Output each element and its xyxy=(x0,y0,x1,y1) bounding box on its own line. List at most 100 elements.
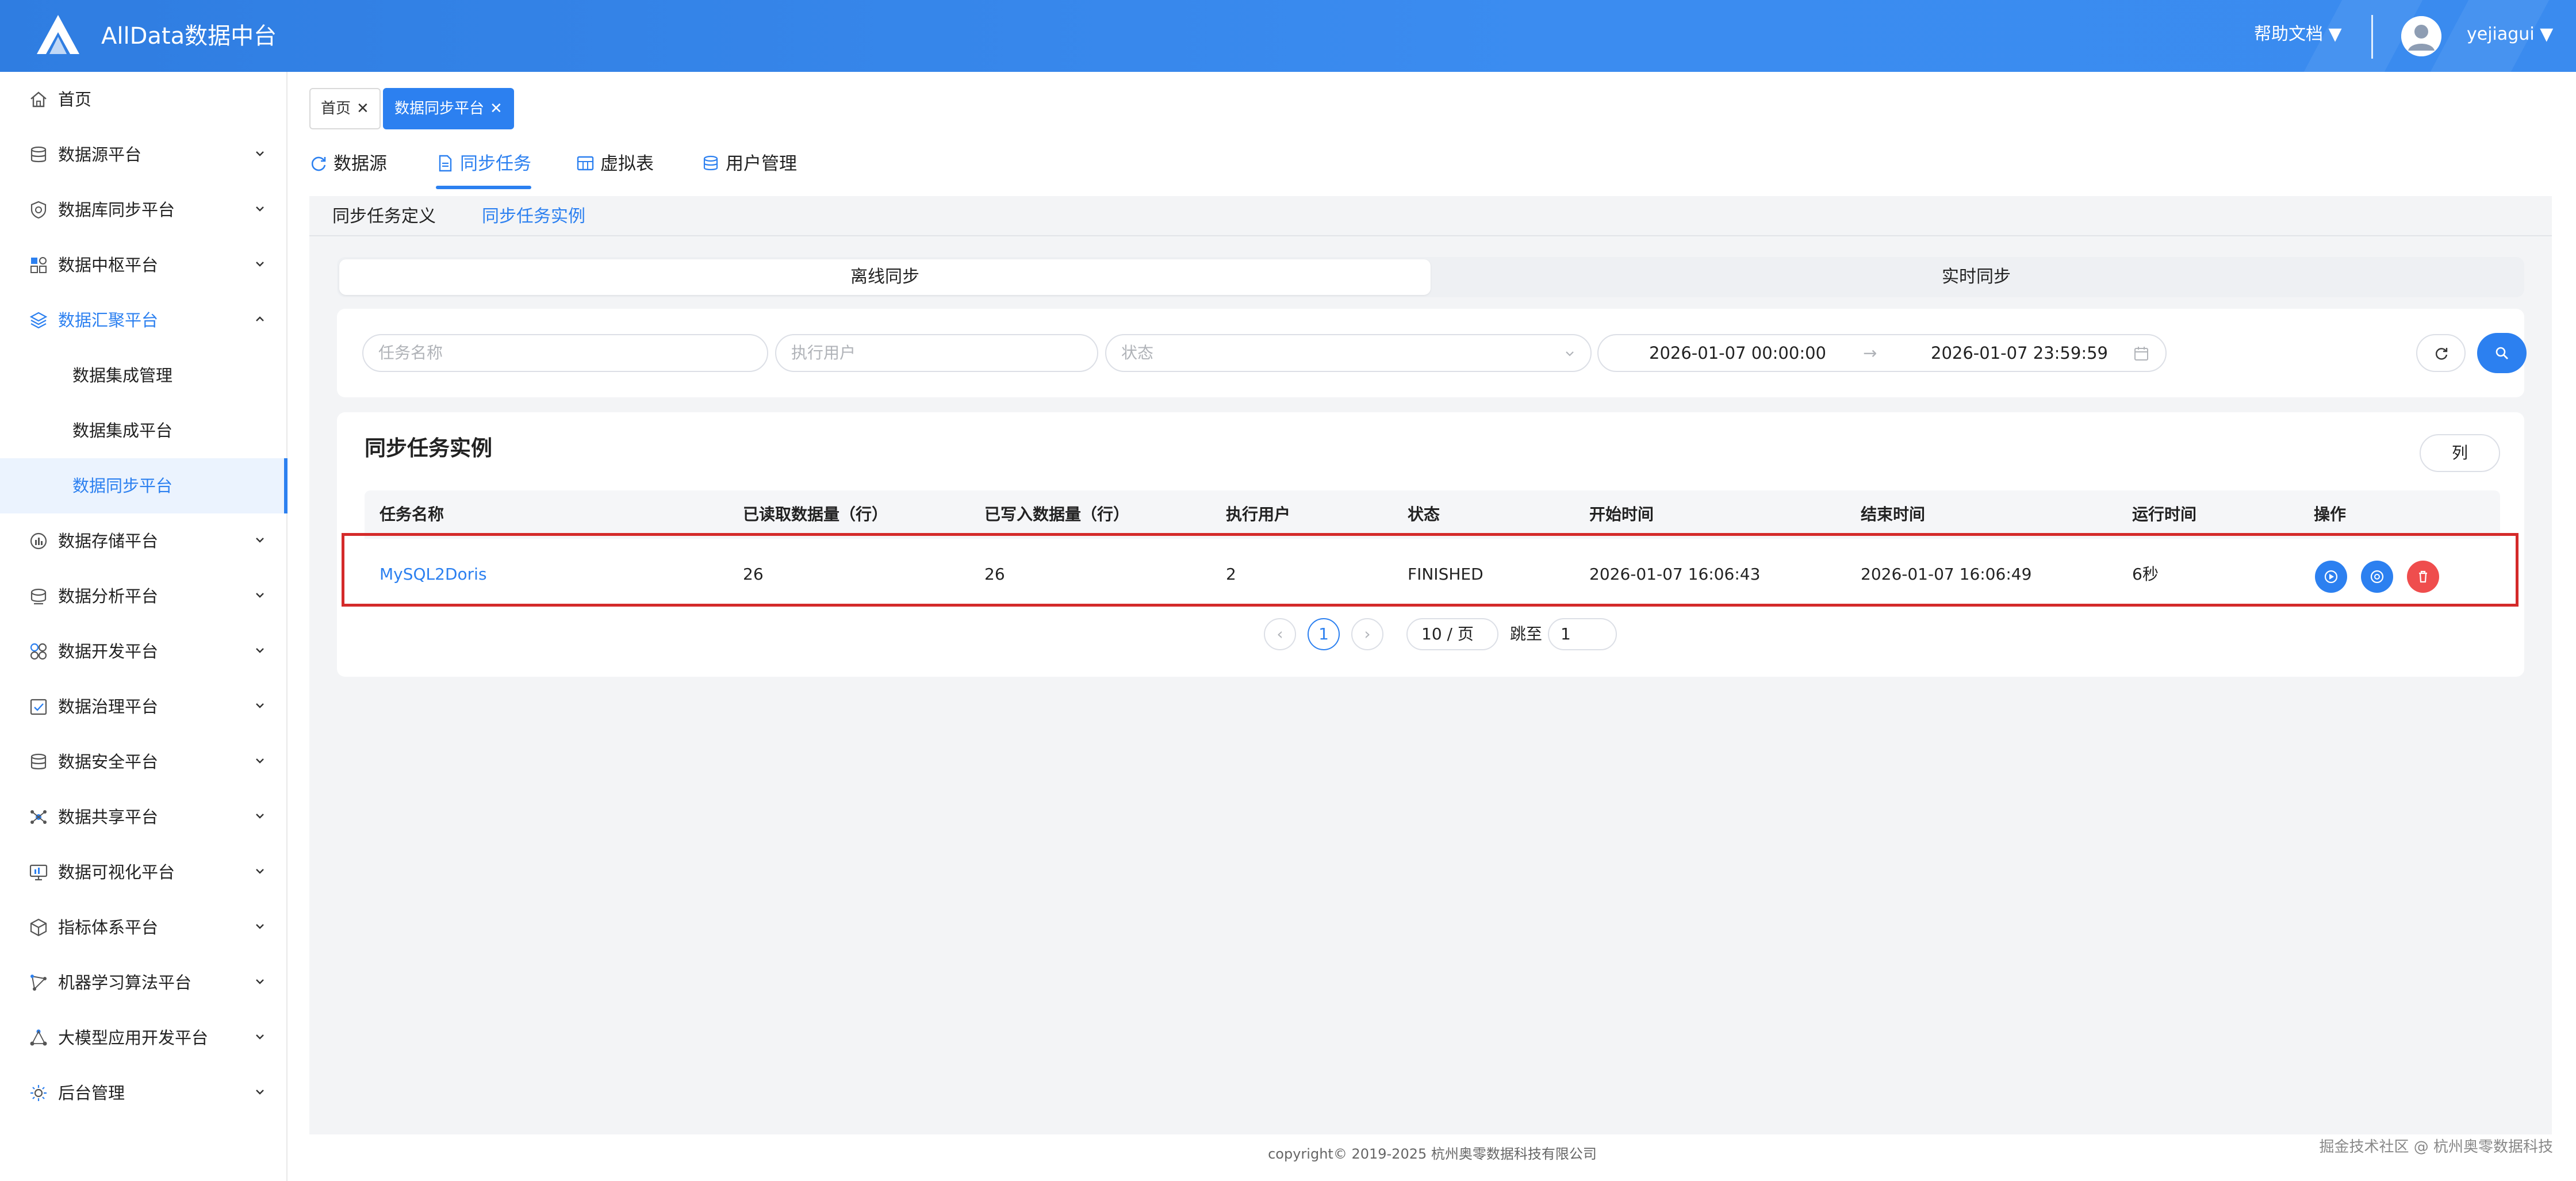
help-docs-menu[interactable]: 帮助文档 ▼ xyxy=(2254,22,2342,47)
column-header: 操作 xyxy=(2314,505,2347,524)
sidebar-item-label: 数据同步平台 xyxy=(72,476,173,496)
card-title: 同步任务实例 xyxy=(365,436,492,461)
reset-button[interactable] xyxy=(2416,334,2466,372)
task-name-input[interactable]: 任务名称 xyxy=(362,334,768,372)
sidebar-item-label: 数据治理平台 xyxy=(58,697,159,716)
sidebar-item-data-hub[interactable]: 数据中枢平台 xyxy=(0,237,288,293)
sidebar-item-label: 机器学习算法平台 xyxy=(58,973,192,992)
header-divider xyxy=(2371,15,2373,59)
top-header: AllData数据中台 帮助文档 ▼ yejiagui ▼ xyxy=(0,0,2576,72)
username-menu[interactable]: yejiagui ▼ xyxy=(2467,22,2553,47)
governance-icon xyxy=(30,699,47,715)
sidebar-item-data-aggregation[interactable]: 数据汇聚平台 xyxy=(0,293,288,348)
chevron-down-icon xyxy=(256,703,264,708)
subtab-task-instance[interactable]: 同步任务实例 xyxy=(482,205,585,228)
sidebar-item-db-sync[interactable]: 数据库同步平台 xyxy=(0,182,288,237)
ml-icon xyxy=(30,975,47,991)
sidebar-item-llm[interactable]: 大模型应用开发平台 xyxy=(0,1010,288,1065)
date-range-picker[interactable]: 2026-01-07 00:00:00 → 2026-01-07 23:59:5… xyxy=(1597,334,2167,372)
close-icon[interactable]: ✕ xyxy=(356,100,369,117)
page-size-select[interactable]: 10 / 页 xyxy=(1406,618,1498,650)
search-button[interactable] xyxy=(2477,333,2527,373)
watermark: 掘金技术社区 @ 杭州奥零数据科技 xyxy=(2319,1138,2553,1156)
content-panel: 同步任务定义 同步任务实例 离线同步 实时同步 任务名称 执行用户 状态 202… xyxy=(309,196,2552,1134)
segment-realtime-sync[interactable]: 实时同步 xyxy=(1431,259,2522,295)
nav-user-management[interactable]: 用户管理 xyxy=(702,145,797,186)
alldata-logo xyxy=(37,15,79,54)
sidebar-item-analysis[interactable]: 数据分析平台 xyxy=(0,569,288,624)
row-highlight-box xyxy=(342,533,2518,607)
sidebar-subitem-data-sync[interactable]: 数据同步平台 xyxy=(0,458,288,513)
sidebar-item-label: 数据集成管理 xyxy=(72,366,173,385)
sidebar-item-label: 数据库同步平台 xyxy=(58,200,175,220)
sidebar-item-label: 数据存储平台 xyxy=(58,531,159,551)
sidebar-item-development[interactable]: 数据开发平台 xyxy=(0,624,288,679)
task-instance-card: 同步任务实例 列 任务名称 已读取数据量（行） 已写入数据量（行） 执行用户 状… xyxy=(337,412,2524,677)
tag-label: 数据同步平台 xyxy=(394,100,485,117)
sidebar-item-label: 大模型应用开发平台 xyxy=(58,1028,209,1048)
sidebar-item-datasource[interactable]: 数据源平台 xyxy=(0,127,288,182)
sidebar-item-admin[interactable]: 后台管理 xyxy=(0,1065,288,1121)
nav-datasource[interactable]: 数据源 xyxy=(309,145,387,186)
nav-virtual-table[interactable]: 虚拟表 xyxy=(576,145,654,186)
tag-home[interactable]: 首页 ✕ xyxy=(309,88,381,129)
chevron-down-icon xyxy=(256,869,264,874)
start-date[interactable]: 2026-01-07 00:00:00 xyxy=(1649,335,1826,371)
next-page-button[interactable]: › xyxy=(1351,618,1383,650)
prev-page-button[interactable]: ‹ xyxy=(1264,618,1296,650)
shield-icon xyxy=(30,201,47,219)
column-header: 执行用户 xyxy=(1226,505,1291,524)
chevron-down-icon xyxy=(256,206,264,212)
segment-offline-sync[interactable]: 离线同步 xyxy=(339,259,1431,295)
monitor-icon xyxy=(29,864,48,881)
sidebar-item-storage[interactable]: 数据存储平台 xyxy=(0,513,288,569)
range-arrow-icon: → xyxy=(1863,343,1877,363)
sidebar-item-sharing[interactable]: 数据共享平台 xyxy=(0,789,288,845)
sidebar-item-label: 数据开发平台 xyxy=(58,642,159,661)
chevron-down-icon xyxy=(1566,351,1574,356)
share-icon xyxy=(30,810,47,824)
sidebar-subitem-integration-mgmt[interactable]: 数据集成管理 xyxy=(0,348,288,403)
sidebar-item-metrics[interactable]: 指标体系平台 xyxy=(0,900,288,955)
user-avatar[interactable] xyxy=(2401,16,2441,56)
tag-data-sync[interactable]: 数据同步平台 ✕ xyxy=(383,88,514,129)
sidebar-item-label: 数据安全平台 xyxy=(58,752,159,772)
jump-label: 跳至 xyxy=(1510,624,1543,643)
columns-button[interactable]: 列 xyxy=(2420,434,2500,472)
sync-mode-segment: 离线同步 实时同步 xyxy=(337,257,2524,297)
user-avatar-icon xyxy=(2401,16,2441,56)
chevron-down-icon xyxy=(256,648,264,653)
refresh-icon xyxy=(311,156,326,171)
sidebar-item-security[interactable]: 数据安全平台 xyxy=(0,734,288,789)
sidebar-item-visualization[interactable]: 数据可视化平台 xyxy=(0,845,288,900)
sidebar-item-governance[interactable]: 数据治理平台 xyxy=(0,679,288,734)
status-placeholder: 状态 xyxy=(1121,343,1154,362)
nav-label: 用户管理 xyxy=(726,154,797,174)
column-header: 任务名称 xyxy=(379,505,444,524)
sidebar-item-label: 后台管理 xyxy=(58,1083,125,1103)
column-header: 结束时间 xyxy=(1861,505,1926,524)
sidebar-subitem-integration-platform[interactable]: 数据集成平台 xyxy=(0,403,288,458)
chevron-down-icon xyxy=(256,151,264,156)
nav-label: 虚拟表 xyxy=(600,154,654,174)
sidebar-item-ml[interactable]: 机器学习算法平台 xyxy=(0,955,288,1010)
chevron-down-icon xyxy=(256,1034,264,1040)
chevron-down-icon xyxy=(256,758,264,764)
sidebar-item-home[interactable]: 首页 xyxy=(0,72,288,127)
end-date[interactable]: 2026-01-07 23:59:59 xyxy=(1931,335,2108,371)
home-icon xyxy=(30,91,47,108)
cube-icon xyxy=(30,918,47,937)
column-header: 开始时间 xyxy=(1589,505,1654,524)
nav-label: 同步任务 xyxy=(460,154,531,174)
exec-user-input[interactable]: 执行用户 xyxy=(775,334,1098,372)
subtab-task-definition[interactable]: 同步任务定义 xyxy=(332,205,436,228)
jump-page-input[interactable]: 1 xyxy=(1548,618,1617,650)
close-icon[interactable]: ✕ xyxy=(490,100,503,117)
sidebar-item-label: 指标体系平台 xyxy=(58,918,159,937)
nav-sync-task[interactable]: 同步任务 xyxy=(436,145,531,189)
status-select[interactable]: 状态 xyxy=(1105,334,1592,372)
calendar-icon xyxy=(2134,347,2148,361)
sidebar-item-label: 数据源平台 xyxy=(58,145,142,164)
page-number-button[interactable]: 1 xyxy=(1308,618,1340,650)
sidebar: 首页 数据源平台 数据库同步平台 数据中枢平台 数据汇聚平台 数据集成管理 数据… xyxy=(0,72,288,1181)
